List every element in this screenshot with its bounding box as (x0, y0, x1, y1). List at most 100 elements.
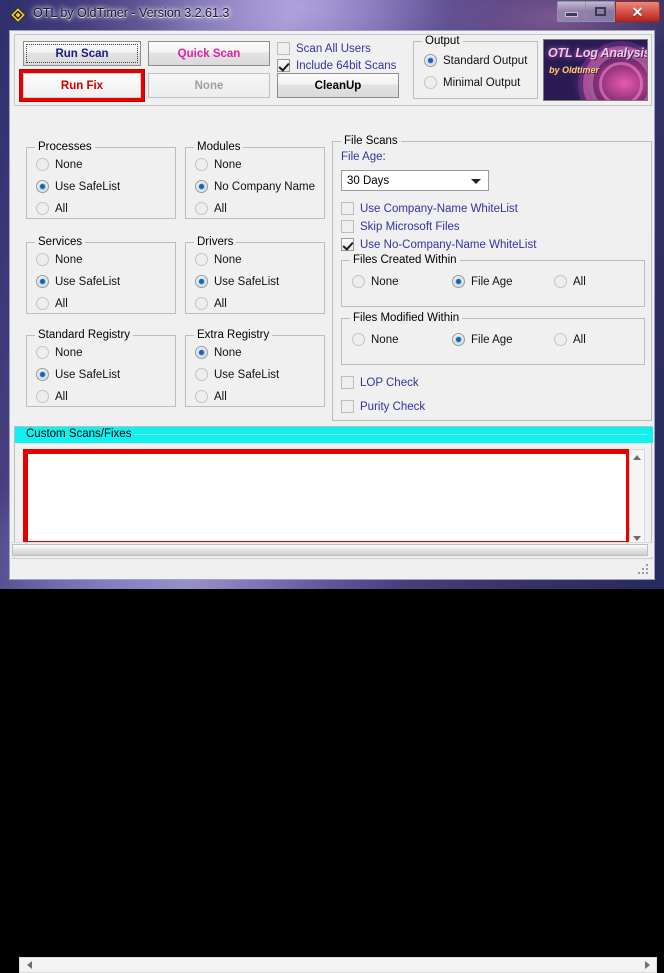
radio-icon (36, 202, 49, 215)
extra-registry-group: Extra Registry None Use SafeList All (185, 329, 325, 407)
custom-scans-vertical-scrollbar[interactable] (629, 449, 645, 546)
minimize-button[interactable] (557, 1, 586, 22)
files-modified-option-file-age[interactable]: File Age (452, 333, 513, 346)
drivers-option-none-label: None (214, 253, 242, 266)
quick-scan-button[interactable]: Quick Scan (148, 41, 270, 66)
modules-option-no-company-name[interactable]: No Company Name (195, 180, 315, 193)
skip-microsoft-files-checkbox[interactable]: Skip Microsoft Files (341, 220, 460, 233)
use-company-name-whitelist-checkbox[interactable]: Use Company-Name WhiteList (341, 202, 518, 215)
files-modified-option-all[interactable]: All (554, 333, 586, 346)
checkbox-icon (341, 220, 354, 233)
file-scans-group-legend: File Scans (341, 135, 401, 147)
form-horizontal-scrollbar[interactable] (11, 542, 653, 557)
drivers-option-none[interactable]: None (195, 253, 242, 266)
scan-all-users-checkbox[interactable]: Scan All Users (277, 42, 371, 55)
purity-check-label: Purity Check (360, 400, 426, 413)
include-64bit-label: Include 64bit Scans (296, 59, 397, 72)
cleanup-label: CleanUp (314, 79, 362, 92)
services-option-use-safelist-label: Use SafeList (55, 275, 121, 288)
processes-option-use-safelist[interactable]: Use SafeList (36, 180, 120, 193)
cleanup-button[interactable]: CleanUp (277, 73, 399, 98)
run-fix-button[interactable]: Run Fix (23, 73, 141, 98)
scroll-left-button[interactable] (22, 958, 36, 972)
modules-option-none-label: None (214, 158, 242, 171)
checkbox-icon (341, 400, 354, 413)
radio-icon (36, 346, 49, 359)
output-group: Output Standard Output Minimal Output (413, 35, 538, 99)
services-option-all[interactable]: All (36, 297, 68, 310)
extra-registry-option-none[interactable]: None (195, 346, 242, 359)
file-age-label: File Age: (341, 151, 386, 163)
file-age-dropdown[interactable]: 30 Days (341, 170, 489, 191)
files-created-option-file-age[interactable]: File Age (452, 275, 513, 288)
files-created-option-none[interactable]: None (352, 275, 399, 288)
radio-icon (424, 76, 437, 89)
radio-standard-output[interactable]: Standard Output (424, 54, 527, 67)
triangle-up-icon (633, 454, 641, 460)
custom-scans-textarea[interactable] (28, 454, 626, 541)
processes-option-all[interactable]: All (36, 202, 68, 215)
radio-selected-icon (195, 275, 208, 288)
custom-scans-horizontal-scrollbar[interactable] (19, 957, 657, 973)
drivers-option-all[interactable]: All (195, 297, 227, 310)
lop-check-checkbox[interactable]: LOP Check (341, 376, 419, 389)
radio-selected-icon (452, 275, 465, 288)
standard-registry-option-none[interactable]: None (36, 346, 83, 359)
window-title: OTL by OldTimer - Version 3.2.61.3 (33, 6, 230, 20)
resize-grip-icon[interactable] (638, 564, 650, 576)
radio-icon (195, 297, 208, 310)
files-modified-option-none[interactable]: None (352, 333, 399, 346)
files-created-within-group: Files Created Within None File Age All (341, 254, 645, 307)
processes-group-legend: Processes (35, 141, 95, 153)
radio-standard-output-label: Standard Output (443, 54, 528, 67)
scroll-up-button[interactable] (630, 450, 644, 464)
scrollbar-thumb[interactable] (12, 544, 648, 556)
standard-registry-option-all[interactable]: All (36, 390, 68, 403)
radio-icon (352, 333, 365, 346)
scroll-right-button[interactable] (640, 958, 654, 972)
modules-group: Modules None No Company Name All (185, 141, 325, 219)
files-modified-option-none-label: None (371, 333, 399, 346)
files-modified-option-file-age-label: File Age (471, 333, 513, 346)
services-option-use-safelist[interactable]: Use SafeList (36, 275, 120, 288)
application-window: OTL by OldTimer - Version 3.2.61.3 ✕ Run… (0, 0, 664, 973)
purity-check-checkbox[interactable]: Purity Check (341, 400, 425, 413)
standard-registry-option-none-label: None (55, 346, 83, 359)
radio-selected-icon (452, 333, 465, 346)
standard-registry-option-use-safelist[interactable]: Use SafeList (36, 368, 120, 381)
radio-selected-icon (36, 275, 49, 288)
client-area: Run Scan Run Fix Quick Scan None CleanUp… (9, 30, 657, 973)
logo-subtitle: by Oldtimer (549, 65, 600, 75)
include-64bit-checkbox[interactable]: Include 64bit Scans (277, 59, 396, 72)
run-scan-button[interactable]: Run Scan (23, 41, 141, 66)
use-no-company-name-whitelist-checkbox[interactable]: Use No-Company-Name WhiteList (341, 238, 536, 251)
processes-option-none-label: None (55, 158, 83, 171)
extra-registry-group-legend: Extra Registry (194, 329, 273, 341)
files-created-option-file-age-label: File Age (471, 275, 513, 288)
extra-registry-option-use-safelist[interactable]: Use SafeList (195, 368, 279, 381)
radio-icon (195, 253, 208, 266)
extra-registry-option-all[interactable]: All (195, 390, 227, 403)
file-age-value: 30 Days (347, 174, 390, 187)
standard-registry-group: Standard Registry None Use SafeList All (26, 329, 176, 407)
modules-option-all[interactable]: All (195, 202, 227, 215)
files-created-option-all[interactable]: All (554, 275, 586, 288)
files-modified-within-legend: Files Modified Within (350, 312, 463, 324)
services-option-none[interactable]: None (36, 253, 83, 266)
modules-option-no-company-name-label: No Company Name (214, 180, 315, 193)
triangle-right-icon (644, 961, 650, 969)
triangle-left-icon (26, 961, 32, 969)
skip-microsoft-files-label: Skip Microsoft Files (360, 220, 460, 233)
radio-icon (352, 275, 365, 288)
close-button[interactable]: ✕ (615, 1, 660, 22)
extra-registry-option-use-safelist-label: Use SafeList (214, 368, 280, 381)
radio-icon (36, 158, 49, 171)
processes-option-none[interactable]: None (36, 158, 83, 171)
maximize-button[interactable] (586, 1, 615, 22)
radio-icon (195, 368, 208, 381)
files-created-option-all-label: All (573, 275, 586, 288)
drivers-option-use-safelist[interactable]: Use SafeList (195, 275, 279, 288)
title-bar[interactable]: OTL by OldTimer - Version 3.2.61.3 ✕ (0, 0, 664, 30)
radio-minimal-output[interactable]: Minimal Output (424, 76, 520, 89)
modules-option-none[interactable]: None (195, 158, 242, 171)
